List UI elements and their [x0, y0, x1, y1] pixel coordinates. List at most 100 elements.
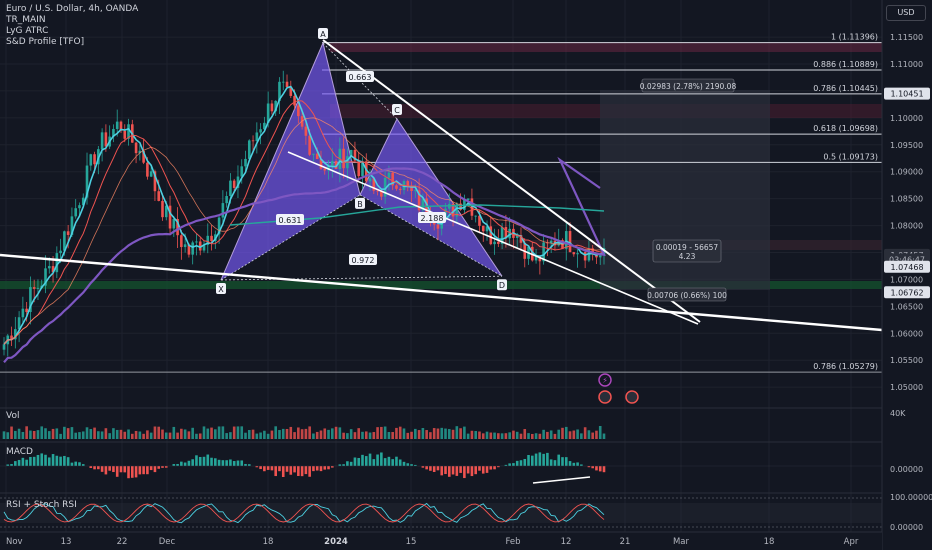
macd-histogram-bar: [553, 460, 557, 466]
macd-histogram-bar: [44, 454, 47, 466]
candle-body: [221, 203, 225, 218]
macd-histogram-bar: [557, 454, 561, 466]
volume-bar: [6, 432, 10, 439]
macd-label: MACD: [6, 447, 33, 457]
candle-body: [376, 190, 379, 192]
volume-bar: [546, 431, 549, 439]
volume-bar: [108, 433, 111, 439]
macd-histogram-bar: [512, 463, 515, 466]
candle-body: [191, 242, 194, 255]
volume-bar: [357, 428, 361, 439]
currency-button[interactable]: USD: [886, 5, 926, 21]
volume-bar: [459, 428, 462, 439]
macd-histogram-bar: [225, 460, 228, 466]
volume-bar: [602, 433, 606, 439]
macd-histogram-bar: [595, 466, 598, 471]
indicator-sd-profile[interactable]: S&D Profile [TFO]: [6, 37, 138, 48]
volume-bar: [319, 430, 323, 439]
volume-bar: [561, 427, 564, 439]
volume-bar: [463, 426, 466, 439]
candle-body: [172, 219, 176, 229]
macd-histogram-bar: [176, 463, 179, 466]
price-tick-label: 1.08000: [890, 222, 923, 231]
macd-histogram-bar: [40, 453, 44, 466]
volume-bar: [576, 429, 579, 439]
pattern-ratio-label: 0.631: [279, 216, 302, 225]
volume-bar: [493, 432, 496, 439]
candle-body: [598, 255, 602, 258]
macd-histogram-bar: [508, 463, 511, 466]
candle-body: [47, 266, 51, 269]
macd-histogram-bar: [32, 456, 36, 466]
indicator-tr-main[interactable]: TR_MAIN: [6, 15, 138, 26]
volume-bar: [466, 433, 470, 439]
pattern-point-label: X: [218, 285, 224, 294]
candle-body: [297, 105, 300, 117]
macd-histogram-bar: [21, 457, 25, 466]
macd-histogram-bar: [395, 456, 398, 466]
macd-histogram-bar: [153, 466, 157, 473]
macd-histogram-bar: [380, 452, 383, 466]
volume-bar: [308, 426, 311, 439]
volume-bar: [406, 432, 410, 439]
volume-bar: [327, 429, 330, 439]
macd-histogram-bar: [451, 466, 455, 475]
volume-bar: [497, 433, 500, 439]
macd-histogram-bar: [598, 466, 602, 472]
volume-bar: [504, 433, 508, 439]
volume-bar: [591, 432, 594, 439]
volume-bar: [346, 433, 349, 439]
volume-bar: [278, 430, 281, 439]
macd-histogram-bar: [281, 466, 285, 478]
macd-histogram-bar: [78, 462, 81, 466]
volume-bar: [481, 433, 485, 439]
event-flag-icon[interactable]: [598, 390, 612, 404]
macd-histogram-bar: [308, 466, 311, 477]
macd-histogram-bar: [361, 454, 364, 466]
volume-bar: [142, 433, 145, 439]
volume-bar: [361, 431, 364, 439]
macd-histogram-bar: [55, 455, 59, 466]
macd-histogram-bar: [289, 466, 293, 475]
volume-bar: [349, 429, 353, 439]
macd-histogram-bar: [383, 458, 387, 466]
price-axis[interactable]: 1.115001.110001.105001.100001.095001.090…: [881, 0, 932, 550]
volume-bar: [557, 429, 561, 439]
candle-body: [36, 287, 40, 289]
macd-histogram-bar: [297, 466, 300, 476]
macd-histogram-bar: [432, 466, 436, 473]
macd-histogram-bar: [210, 457, 213, 466]
event-flag-icon[interactable]: [625, 390, 639, 404]
candle-body: [21, 308, 25, 318]
candle-body: [134, 142, 138, 154]
chart-canvas[interactable]: 1 (1.11396) 0.886 (1.10889) 0.786 (1.10445…: [0, 0, 932, 550]
volume-bar: [180, 428, 183, 439]
volume-bar: [263, 430, 266, 439]
volume-bar: [542, 429, 545, 439]
volume-bar: [66, 428, 70, 439]
macd-histogram-bar: [319, 466, 323, 472]
macd-histogram-bar: [455, 466, 459, 476]
macd-histogram-bar: [493, 466, 496, 470]
symbol-title[interactable]: Euro / U.S. Dollar, 4h, OANDA: [6, 4, 138, 15]
time-tick-label: 18: [263, 537, 274, 547]
volume-bar: [289, 426, 293, 439]
volume-bar: [115, 429, 119, 439]
volume-bar: [474, 431, 477, 439]
macd-histogram-bar: [346, 461, 349, 466]
macd-histogram-bar: [63, 455, 66, 466]
macd-histogram-bar: [546, 452, 549, 466]
candle-body: [240, 166, 244, 177]
volume-bar: [89, 429, 93, 439]
candle-body: [25, 308, 28, 313]
volume-bar: [232, 426, 236, 439]
time-axis[interactable]: Nov 13 22 Dec 18 2024 15 Feb 12 21 Mar 18 Apr: [0, 531, 882, 550]
candle-body: [576, 253, 579, 255]
macd-histogram-bar: [149, 466, 153, 471]
macd-histogram-bar: [263, 466, 266, 472]
macd-histogram-bar: [214, 458, 217, 466]
macd-histogram-bar: [146, 466, 149, 475]
macd-histogram-bar: [157, 466, 161, 469]
pattern-point-label: D: [499, 281, 505, 290]
indicator-lyg-atrc[interactable]: LyG ATRC: [6, 26, 138, 37]
